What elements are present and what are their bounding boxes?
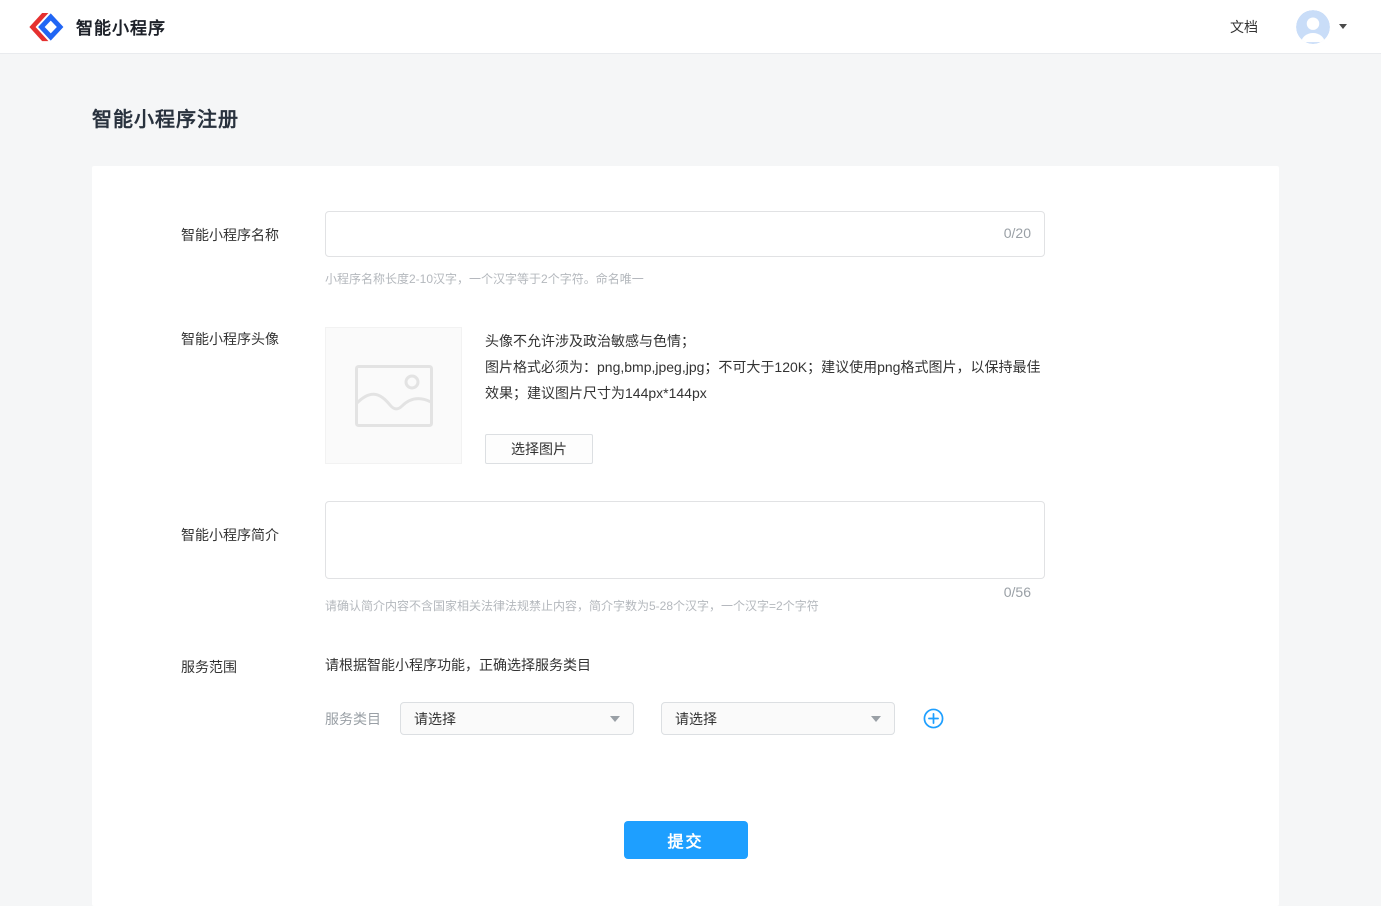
miniapp-name-row: 智能小程序名称 0/20 小程序名称长度2-10汉字，一个汉字等于2个字符。命名… bbox=[92, 211, 1279, 287]
service-scope-hint: 请根据智能小程序功能，正确选择服务类目 bbox=[325, 655, 944, 675]
service-category-controls: 服务类目 请选择 请选择 bbox=[325, 702, 944, 735]
registration-form-card: 智能小程序名称 0/20 小程序名称长度2-10汉字，一个汉字等于2个字符。命名… bbox=[92, 166, 1279, 906]
smart-miniprogram-logo-icon bbox=[28, 12, 66, 42]
avatar-rules-text: 头像不允许涉及政治敏感与色情； 图片格式必须为：png,bmp,jpeg,jpg… bbox=[485, 328, 1047, 406]
service-scope-row: 服务范围 请根据智能小程序功能，正确选择服务类目 服务类目 请选择 请选择 bbox=[92, 655, 1279, 735]
user-menu-caret-icon[interactable] bbox=[1339, 24, 1347, 29]
avatar-rule-line1: 头像不允许涉及政治敏感与色情； bbox=[485, 328, 1047, 354]
miniapp-intro-row: 智能小程序简介 0/56 请确认简介内容不含国家相关法律法规禁止内容，简介字数为… bbox=[92, 501, 1279, 614]
chevron-down-icon bbox=[610, 716, 620, 722]
service-category-select-2-value: 请选择 bbox=[675, 709, 717, 729]
miniapp-name-label: 智能小程序名称 bbox=[181, 211, 325, 287]
top-bar-right: 文档 bbox=[1230, 10, 1347, 44]
choose-image-button[interactable]: 选择图片 bbox=[485, 434, 593, 464]
page-title: 智能小程序注册 bbox=[92, 103, 1279, 132]
submit-button[interactable]: 提交 bbox=[624, 821, 748, 859]
image-placeholder-icon bbox=[355, 365, 433, 427]
chevron-down-icon bbox=[871, 716, 881, 722]
avatar-rule-line2: 图片格式必须为：png,bmp,jpeg,jpg；不可大于120K；建议使用pn… bbox=[485, 354, 1047, 406]
add-category-button[interactable] bbox=[923, 708, 944, 729]
user-avatar[interactable] bbox=[1296, 10, 1330, 44]
main-content: 智能小程序注册 智能小程序名称 0/20 小程序名称长度2-10汉字，一个汉字等… bbox=[92, 103, 1279, 906]
service-category-select-2[interactable]: 请选择 bbox=[661, 702, 895, 735]
brand-name: 智能小程序 bbox=[76, 14, 166, 39]
service-category-label: 服务类目 bbox=[325, 709, 400, 729]
miniapp-intro-textarea[interactable] bbox=[325, 501, 1045, 579]
submit-row: 提交 bbox=[92, 821, 1279, 859]
avatar-upload-dropzone[interactable] bbox=[325, 327, 462, 464]
docs-link[interactable]: 文档 bbox=[1230, 17, 1258, 37]
top-bar: 智能小程序 文档 bbox=[0, 0, 1381, 54]
miniapp-name-input[interactable] bbox=[325, 211, 1045, 257]
service-category-select-1[interactable]: 请选择 bbox=[400, 702, 634, 735]
brand: 智能小程序 bbox=[28, 12, 166, 42]
service-category-select-1-value: 请选择 bbox=[414, 709, 456, 729]
miniapp-intro-label: 智能小程序简介 bbox=[181, 501, 325, 614]
miniapp-avatar-row: 智能小程序头像 头像不允许涉及政治敏感与色情； 图片格式必须为：png,bm bbox=[92, 327, 1279, 464]
miniapp-name-help: 小程序名称长度2-10汉字，一个汉字等于2个字符。命名唯一 bbox=[325, 270, 1045, 287]
miniapp-avatar-label: 智能小程序头像 bbox=[181, 327, 325, 464]
service-scope-label: 服务范围 bbox=[181, 655, 325, 735]
miniapp-intro-help: 请确认简介内容不含国家相关法律法规禁止内容，简介字数为5-28个汉字，一个汉字=… bbox=[325, 597, 1045, 614]
